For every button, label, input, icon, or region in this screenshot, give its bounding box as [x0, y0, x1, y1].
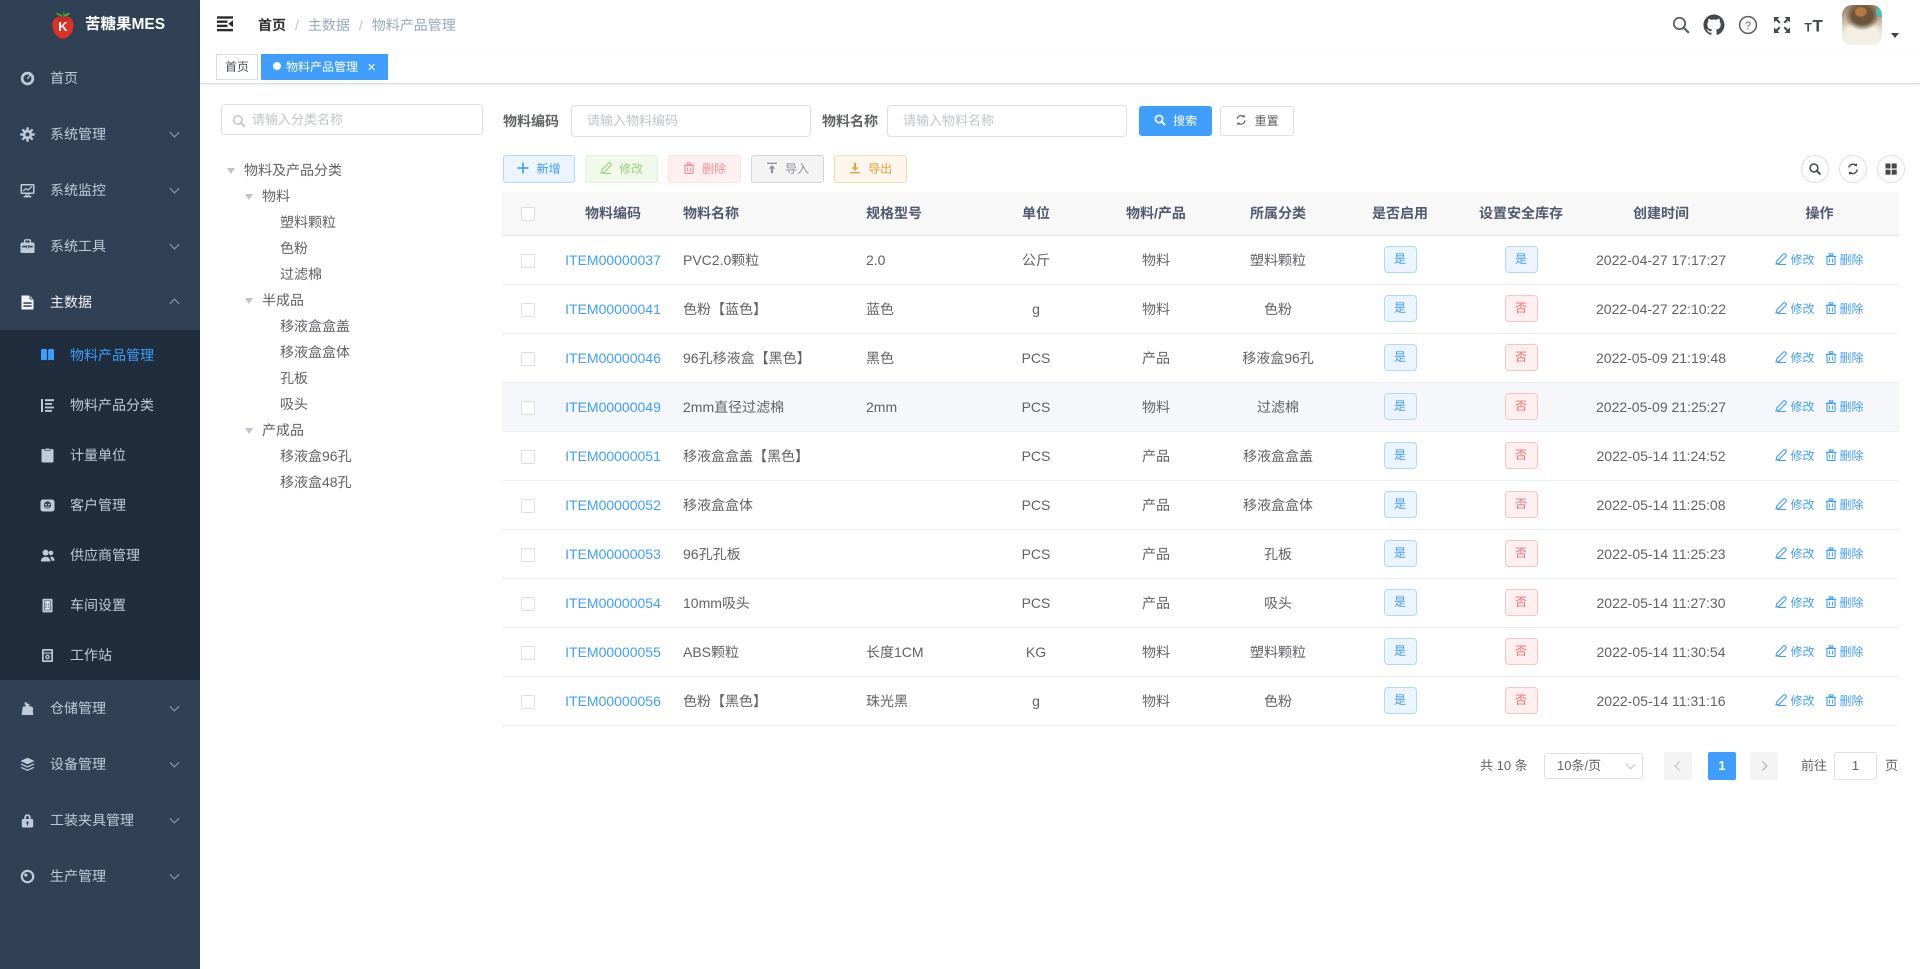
svg-text:?: ?: [1745, 20, 1751, 32]
svg-text:T: T: [1813, 17, 1824, 34]
svg-text:21: 21: [45, 604, 51, 610]
svg-text:K: K: [58, 19, 68, 34]
svg-text:T: T: [1805, 21, 1813, 34]
